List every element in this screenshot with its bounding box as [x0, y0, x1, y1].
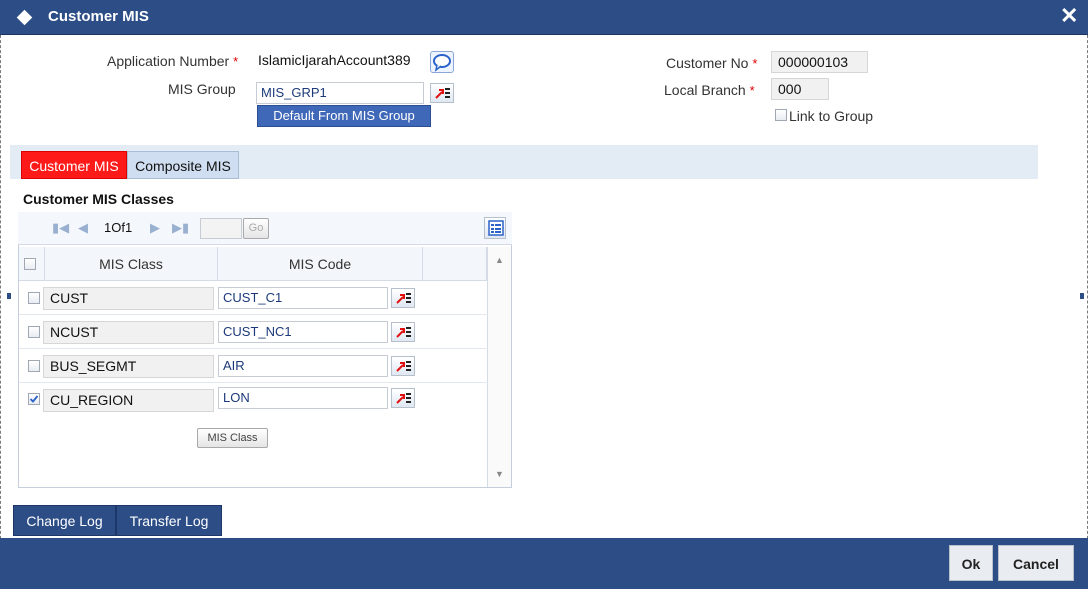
required-marker: * — [749, 83, 755, 98]
tab-transfer-log[interactable]: Transfer Log — [116, 505, 222, 536]
diamond-icon — [16, 9, 33, 26]
link-to-group-checkbox[interactable] — [775, 109, 787, 121]
row-checkbox[interactable] — [28, 292, 40, 304]
mis-code-field[interactable]: CUST_C1 — [218, 287, 388, 309]
mis-code-lov-icon[interactable] — [391, 322, 415, 342]
title-bar: Customer MIS ✕ — [0, 0, 1088, 35]
grid-settings-icon[interactable] — [484, 217, 506, 239]
scroll-down-icon[interactable]: ▼ — [495, 469, 504, 479]
close-icon[interactable]: ✕ — [1060, 5, 1078, 27]
mis-class-cell: NCUST — [43, 321, 214, 344]
header-checkbox-cell — [19, 247, 45, 281]
mis-code-field[interactable]: LON — [218, 387, 388, 409]
prev-page-icon[interactable]: ◀ — [78, 220, 88, 236]
table-row: BUS_SEGMT AIR — [19, 349, 488, 383]
app-number-label: Application Number * — [107, 53, 239, 69]
local-branch-value: 000 — [771, 78, 829, 100]
customer-no-value: 000000103 — [771, 51, 868, 73]
select-all-checkbox[interactable] — [24, 258, 36, 270]
tab-composite-mis[interactable]: Composite MIS — [127, 151, 239, 179]
resize-handle[interactable] — [7, 293, 11, 299]
page-indicator: 1Of1 — [104, 220, 133, 235]
row-checkbox[interactable] — [28, 360, 40, 372]
mis-group-field[interactable]: MIS_GRP1 — [256, 82, 424, 104]
mis-code-lov-icon[interactable] — [391, 356, 415, 376]
link-to-group-label: Link to Group — [789, 108, 874, 124]
page-number-input[interactable] — [200, 218, 242, 239]
last-page-icon[interactable]: ▶▮ — [172, 220, 189, 236]
go-button[interactable]: Go — [243, 218, 269, 239]
section-title: Customer MIS Classes — [23, 191, 174, 207]
mis-class-cell: BUS_SEGMT — [43, 355, 214, 378]
chat-icon[interactable] — [430, 51, 454, 73]
required-marker: * — [233, 54, 239, 69]
row-checkbox[interactable] — [28, 326, 40, 338]
mis-class-button[interactable]: MIS Class — [197, 428, 268, 448]
mis-code-lov-icon[interactable] — [391, 288, 415, 308]
first-page-icon[interactable]: ▮◀ — [52, 220, 69, 236]
customer-no-label: Customer No * — [666, 55, 758, 71]
tab-change-log[interactable]: Change Log — [13, 505, 116, 536]
mis-group-label: MIS Group — [168, 81, 236, 97]
required-marker: * — [752, 56, 758, 71]
mis-code-field[interactable]: AIR — [218, 355, 388, 377]
footer-bar — [0, 538, 1088, 589]
table-row: NCUST CUST_NC1 — [19, 315, 488, 349]
table-row: CU_REGION LON — [19, 383, 488, 417]
resize-handle[interactable] — [1080, 293, 1084, 299]
tab-customer-mis[interactable]: Customer MIS — [21, 151, 127, 179]
cancel-button[interactable]: Cancel — [998, 545, 1074, 581]
app-number-value: IslamicIjarahAccount389 — [258, 52, 411, 68]
local-branch-label: Local Branch * — [664, 82, 755, 98]
row-checkbox-checked[interactable] — [28, 393, 40, 405]
table-row: CUST CUST_C1 — [19, 281, 488, 315]
vertical-scrollbar[interactable]: ▲ ▼ — [487, 247, 511, 487]
column-header-mis-code: MIS Code — [218, 247, 423, 281]
column-header-mis-class: MIS Class — [45, 247, 218, 281]
default-from-mis-group-button[interactable]: Default From MIS Group — [257, 105, 431, 127]
next-page-icon[interactable]: ▶ — [150, 220, 160, 236]
mis-code-field[interactable]: CUST_NC1 — [218, 321, 388, 343]
mis-class-cell: CU_REGION — [43, 389, 214, 412]
window-title: Customer MIS — [48, 8, 149, 25]
mis-class-cell: CUST — [43, 287, 214, 310]
scroll-up-icon[interactable]: ▲ — [495, 255, 504, 265]
mis-code-lov-icon[interactable] — [391, 388, 415, 408]
mis-group-lov-icon[interactable] — [430, 83, 454, 103]
column-header-blank — [423, 247, 487, 281]
ok-button[interactable]: Ok — [949, 545, 993, 581]
